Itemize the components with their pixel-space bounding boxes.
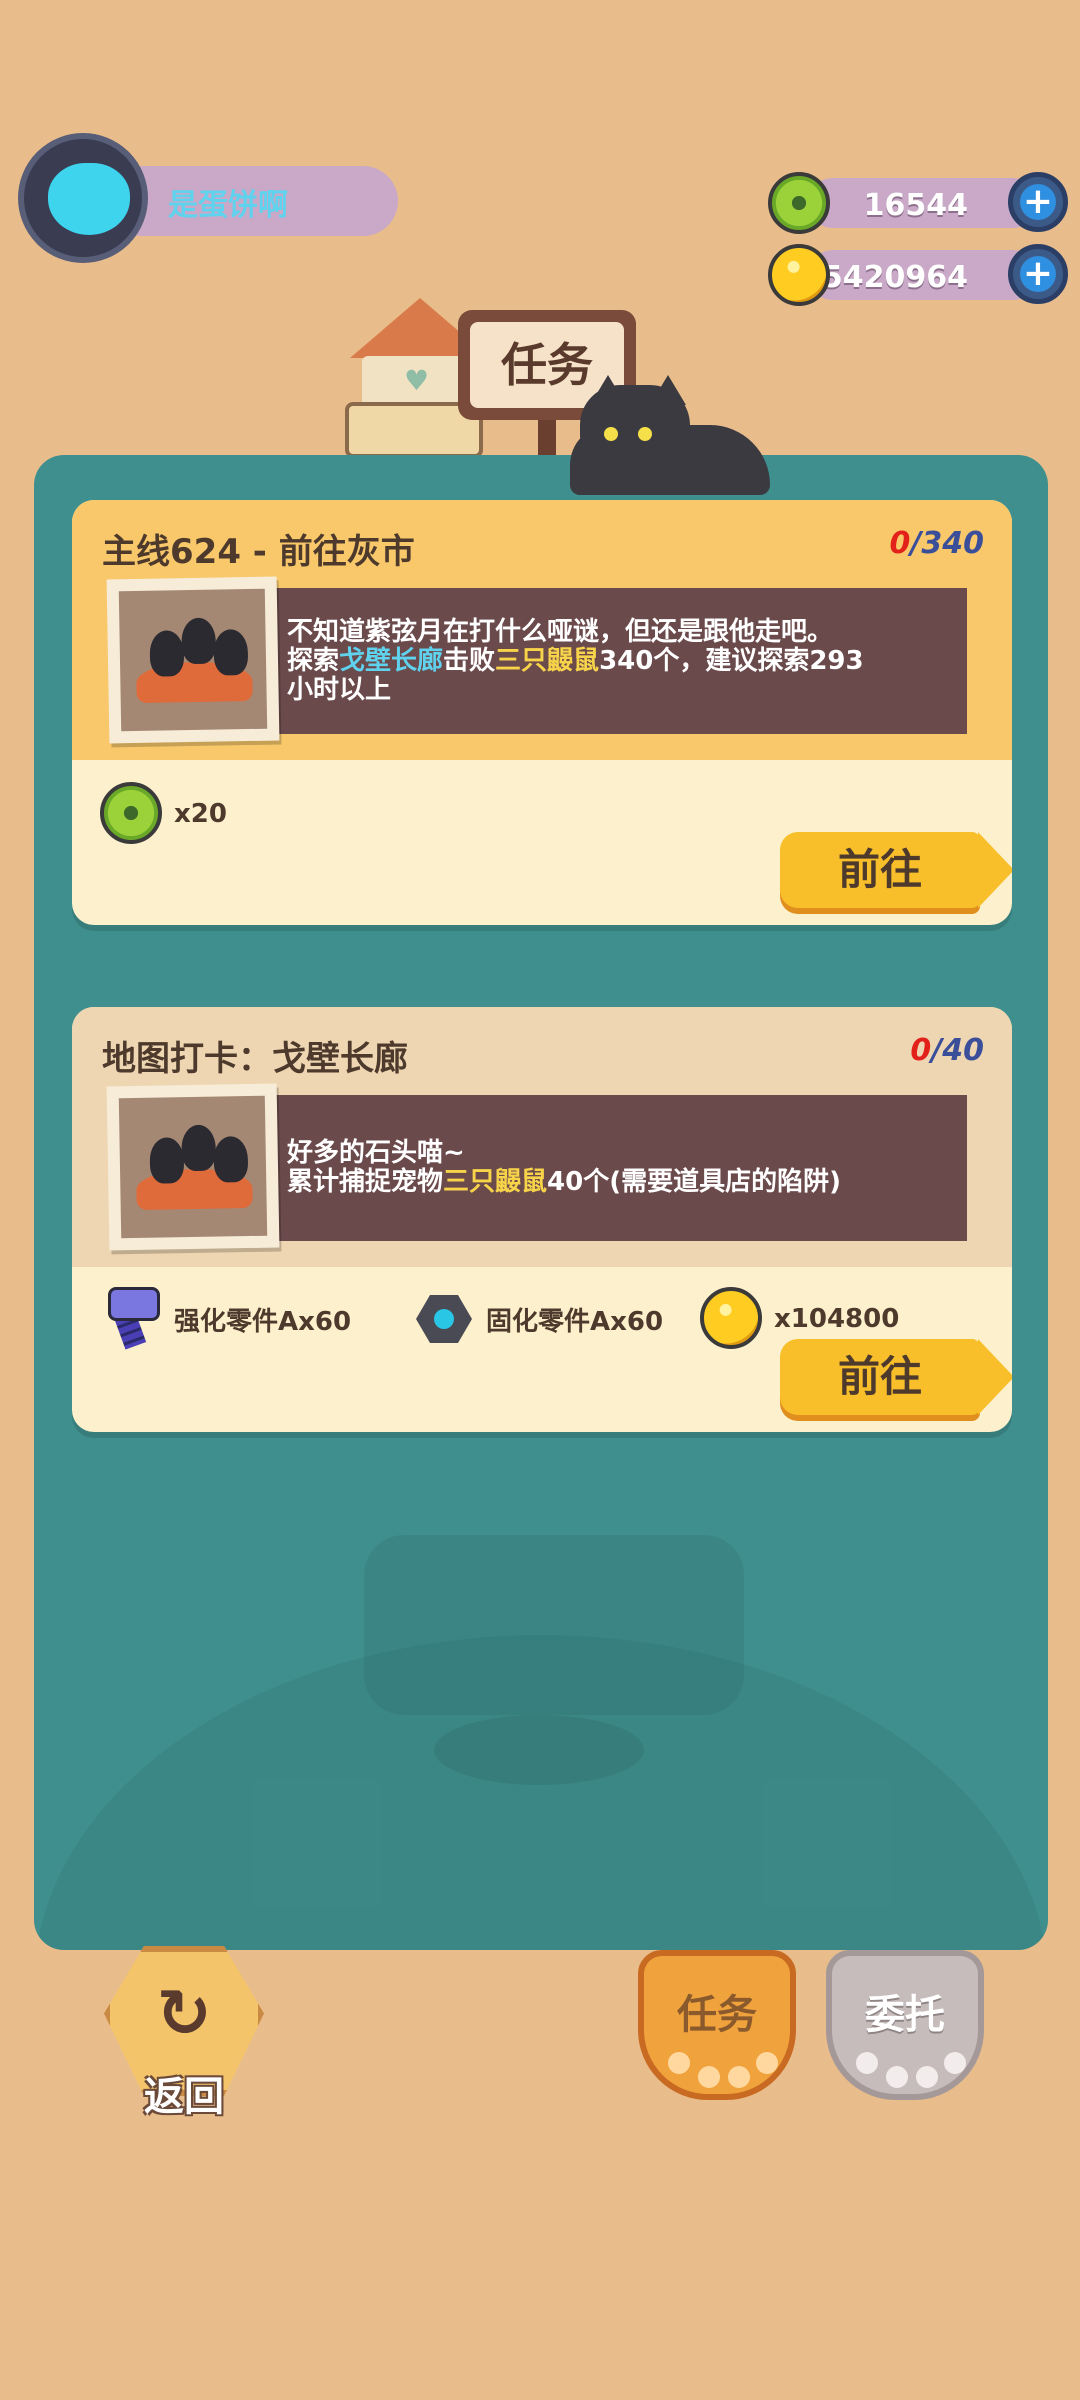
mole-icon [213, 629, 249, 676]
reward-label: x104800 [774, 1304, 900, 1334]
mole-icon [213, 1136, 249, 1183]
paw-pad-icon [668, 2052, 690, 2074]
description-text: 340个，建议探索293 [599, 645, 864, 676]
green-donut-coin-icon [100, 782, 164, 846]
add-donut-button[interactable]: + [1008, 172, 1068, 232]
target-highlight: 三只鼹鼠 [495, 645, 600, 676]
go-button-label: 前往 [837, 845, 922, 894]
go-button[interactable]: 前往 [780, 832, 1012, 908]
sign-post [538, 420, 556, 460]
mole-picture [106, 1083, 280, 1251]
task-card-main: 主线624 - 前往灰市 0/340 不知道紫弦月在打什么哑谜，但还是跟他走吧。… [72, 500, 1012, 925]
plus-icon: + [1022, 181, 1054, 222]
task-panel: 主线624 - 前往灰市 0/340 不知道紫弦月在打什么哑谜，但还是跟他走吧。… [34, 455, 1048, 1950]
description-text: 探索 [287, 645, 340, 676]
reward-label: 固化零件Ax60 [486, 1306, 664, 1337]
description-line: 累计捕捉宠物三只鼹鼠40个(需要道具店的陷阱) [287, 1168, 947, 1197]
nut-icon [412, 1287, 476, 1351]
progress-current: 0 [910, 1033, 932, 1068]
task-progress: 0/40 [910, 1033, 984, 1068]
task-description-box: 不知道紫弦月在打什么哑谜，但还是跟他走吧。 探索戈壁长廊击败三只鼹鼠340个，建… [257, 588, 967, 734]
bolt-icon [100, 1287, 164, 1351]
description-text: 累计捕捉宠物 [287, 1167, 444, 1197]
task-description: 不知道紫弦月在打什么哑谜，但还是跟他走吧。 探索戈壁长廊击败三只鼹鼠340个，建… [287, 588, 947, 734]
paw-pad-icon [916, 2066, 938, 2088]
description-line: 好多的石头喵~ [287, 1138, 465, 1168]
task-rewards: x20 前往 [72, 760, 1012, 920]
gold-coin-icon [768, 244, 830, 306]
description-line: 小时以上 [287, 674, 392, 705]
paw-pad-icon [944, 2052, 966, 2074]
paw-pad-icon [698, 2066, 720, 2088]
tab-label: 任务 [677, 1992, 757, 2038]
mole-icon [149, 1137, 185, 1184]
tab-tasks[interactable]: 任务 [638, 1950, 796, 2100]
description-line: 不知道紫弦月在打什么哑谜，但还是跟他走吧。 [287, 616, 834, 647]
task-card-header: 地图打卡：戈壁长廊 0/40 好多的石头喵~ 累计捕捉宠物三只鼹鼠40个(需要道… [72, 1007, 1012, 1267]
reward-item: x20 [100, 782, 227, 846]
player-profile[interactable]: 是蛋饼啊 [18, 133, 398, 263]
mole-icon [149, 630, 185, 677]
paw-pad-icon [856, 2052, 878, 2074]
progress-current: 0 [889, 526, 911, 561]
return-arrow-icon: ↻ [156, 1975, 212, 2052]
mole-icon [181, 1124, 217, 1172]
plus-icon: + [1022, 253, 1054, 294]
mole-picture [106, 576, 280, 744]
paw-pad-icon [886, 2066, 908, 2088]
task-card-map: 地图打卡：戈壁长廊 0/40 好多的石头喵~ 累计捕捉宠物三只鼹鼠40个(需要道… [72, 1007, 1012, 1432]
reward-label: 强化零件Ax60 [174, 1306, 352, 1337]
task-card-header: 主线624 - 前往灰市 0/340 不知道紫弦月在打什么哑谜，但还是跟他走吧。… [72, 500, 1012, 760]
donut-count: 16544 [863, 188, 968, 223]
green-donut-coin-icon [768, 172, 830, 234]
task-title: 主线624 - 前往灰市 [102, 532, 415, 572]
currency-pill: 5420964 [808, 250, 1038, 300]
cat-mascot [560, 375, 810, 505]
go-button[interactable]: 前往 [780, 1339, 1012, 1415]
cat-face-icon [48, 163, 130, 235]
crown-decoration [364, 1535, 744, 1715]
go-button-label: 前往 [837, 1352, 922, 1401]
description-text: 击败 [443, 645, 496, 676]
task-progress: 0/340 [890, 526, 984, 561]
reward-label: x20 [174, 799, 227, 829]
location-highlight: 戈壁长廊 [339, 645, 444, 676]
mustache-decoration [434, 1715, 644, 1785]
task-title: 地图打卡：戈壁长廊 [102, 1039, 408, 1079]
player-name: 是蛋饼啊 [168, 188, 288, 223]
heart-icon: ♥ [404, 364, 430, 397]
mole-icon [181, 617, 217, 665]
progress-total: /340 [910, 526, 984, 561]
tab-commission[interactable]: 委托 [826, 1950, 984, 2100]
description-line: 探索戈壁长廊击败三只鼹鼠340个，建议探索293 [287, 645, 947, 676]
task-description: 好多的石头喵~ 累计捕捉宠物三只鼹鼠40个(需要道具店的陷阱) [287, 1095, 947, 1241]
progress-total: /40 [931, 1033, 984, 1068]
picture-frame [118, 588, 268, 732]
currency-gold: 5420964 + [768, 244, 1068, 306]
avatar[interactable] [18, 133, 148, 263]
description-text: 40个(需要道具店的陷阱) [547, 1167, 841, 1197]
add-gold-button[interactable]: + [1008, 244, 1068, 304]
reward-item: 强化零件Ax60 [100, 1287, 351, 1351]
task-description-box: 好多的石头喵~ 累计捕捉宠物三只鼹鼠40个(需要道具店的陷阱) [257, 1095, 967, 1241]
currency-pill: 16544 [808, 178, 1038, 228]
picture-frame [118, 1095, 268, 1239]
paw-pad-icon [728, 2066, 750, 2088]
currency-donut: 16544 + [768, 172, 1068, 234]
player-name-pill: 是蛋饼啊 [108, 166, 398, 236]
back-button[interactable]: ↻ 返回 [104, 1946, 264, 2126]
back-button-label: 返回 [144, 2074, 224, 2120]
task-rewards: 强化零件Ax60 固化零件Ax60 x104800 前往 [72, 1267, 1012, 1427]
reward-item: 固化零件Ax60 [412, 1287, 663, 1351]
gold-count: 5420964 [821, 260, 968, 295]
gold-coin-icon [700, 1287, 764, 1351]
target-highlight: 三只鼹鼠 [443, 1167, 548, 1197]
paw-pad-icon [756, 2052, 778, 2074]
tab-label: 委托 [865, 1992, 945, 2038]
